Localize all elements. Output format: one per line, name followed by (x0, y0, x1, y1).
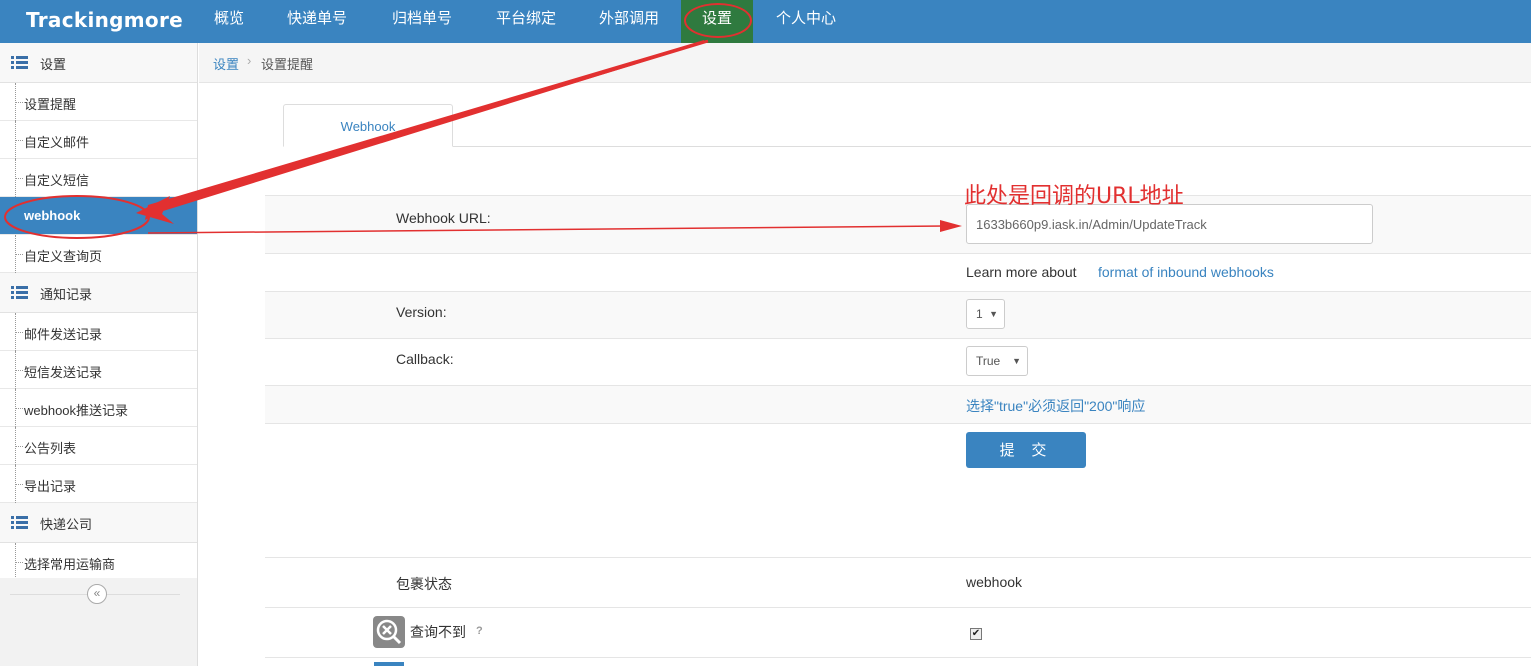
sidebar-item-webhook[interactable]: webhook (0, 197, 197, 235)
callback-label: Callback: (396, 351, 454, 367)
nav-external-api[interactable]: 外部调用 (584, 0, 674, 43)
sidebar-item-label: 自定义短信 (24, 173, 90, 188)
help-icon[interactable]: ? (476, 625, 483, 637)
sidebar-item-sms-log[interactable]: 短信发送记录 (0, 351, 197, 389)
sidebar-item-label: 导出记录 (24, 479, 77, 494)
tab-webhook[interactable]: Webhook (283, 104, 453, 147)
sidebar-item-reminder[interactable]: 设置提醒 (0, 83, 197, 121)
sidebar-item-label: 选择常用运输商 (24, 557, 116, 572)
sidebar-item-notice-list[interactable]: 公告列表 (0, 427, 197, 465)
sidebar: 设置 设置提醒 自定义邮件 自定义短信 webhook 自定义查询页 通知记录 … (0, 43, 198, 666)
form-row-learn (265, 253, 1531, 291)
sidebar-item-email-log[interactable]: 邮件发送记录 (0, 313, 197, 351)
query-not-found-icon (373, 616, 405, 648)
sidebar-group-notify[interactable]: 通知记录 (0, 273, 197, 313)
form-row-version: Version: (265, 291, 1531, 338)
tree-branch (15, 562, 23, 563)
brand-logo[interactable]: Trackingmore (26, 8, 183, 32)
annotation-ellipse-settings (684, 3, 752, 38)
caret-down-icon: ▼ (989, 309, 998, 319)
sidebar-collapse-bar: « (0, 578, 197, 610)
sidebar-item-custom-email[interactable]: 自定义邮件 (0, 121, 197, 159)
tree-branch (15, 484, 23, 485)
list-icon (11, 286, 28, 299)
tab-baseline (283, 146, 1531, 147)
form-row-submit (265, 423, 1531, 557)
version-select[interactable]: 1 ▼ (966, 299, 1005, 329)
callback-hint-text: 选择"true"必须返回"200"响应 (966, 398, 1146, 414)
nav-overview[interactable]: 概览 (200, 0, 258, 43)
list-icon (11, 516, 28, 529)
callback-select-value: True (976, 354, 1001, 368)
status-table-header (265, 557, 1531, 607)
package-status-header: 包裹状态 (396, 576, 452, 592)
tree-branch (15, 446, 23, 447)
sidebar-item-custom-sms[interactable]: 自定义短信 (0, 159, 197, 197)
sidebar-item-label: 自定义查询页 (24, 249, 103, 264)
version-select-value: 1 (976, 307, 983, 321)
list-icon (11, 56, 28, 69)
tree-branch (15, 408, 23, 409)
sidebar-group-label: 快递公司 (40, 517, 93, 532)
learn-more-text: Learn more about (966, 264, 1077, 280)
tree-branch (15, 254, 23, 255)
tree-branch (15, 332, 23, 333)
tree-branch (15, 140, 23, 141)
sidebar-item-custom-query[interactable]: 自定义查询页 (0, 235, 197, 273)
sidebar-item-carrier-select[interactable]: 选择常用运输商 (0, 543, 197, 581)
sidebar-item-export-log[interactable]: 导出记录 (0, 465, 197, 503)
sidebar-item-label: 自定义邮件 (24, 135, 90, 150)
top-navbar: Trackingmore 概览 快递单号 归档单号 平台绑定 外部调用 设置 个… (0, 0, 1531, 43)
collapse-sidebar-icon[interactable]: « (87, 584, 107, 604)
form-row-callback: Callback: (265, 338, 1531, 385)
inbound-webhooks-format-link[interactable]: format of inbound webhooks (1098, 264, 1274, 280)
annotation-text: 此处是回调的URL地址 (964, 184, 1184, 209)
sidebar-group-carrier[interactable]: 快递公司 (0, 503, 197, 543)
sidebar-group-settings[interactable]: 设置 (0, 43, 197, 83)
breadcrumb-separator: › (247, 53, 252, 68)
nav-archived-numbers[interactable]: 归档单号 (377, 0, 467, 43)
nav-tracking-numbers[interactable]: 快递单号 (272, 0, 362, 43)
webhook-url-input[interactable] (966, 204, 1373, 244)
submit-button[interactable]: 提 交 (966, 432, 1086, 468)
sidebar-item-label: webhook (24, 208, 81, 223)
breadcrumb-root-link[interactable]: 设置 (213, 54, 239, 73)
breadcrumb: 设置 › 设置提醒 (199, 43, 1531, 83)
callback-select[interactable]: True ▼ (966, 346, 1028, 376)
tree-branch (15, 178, 23, 179)
webhook-url-label: Webhook URL: (396, 210, 491, 226)
sidebar-item-label: webhook推送记录 (24, 403, 129, 418)
sidebar-group-label: 设置 (40, 57, 67, 72)
version-label: Version: (396, 304, 447, 320)
sidebar-item-label: 邮件发送记录 (24, 327, 103, 342)
sidebar-item-webhook-log[interactable]: webhook推送记录 (0, 389, 197, 427)
tree-branch (15, 370, 23, 371)
sidebar-group-label: 通知记录 (40, 287, 93, 302)
breadcrumb-current: 设置提醒 (261, 57, 314, 72)
status-not-found-label: 查询不到 (410, 624, 466, 640)
sidebar-item-label: 设置提醒 (24, 97, 77, 112)
tree-branch (15, 102, 23, 103)
sidebar-item-label: 公告列表 (24, 441, 77, 456)
nav-platform-binding[interactable]: 平台绑定 (481, 0, 571, 43)
next-status-icon (374, 662, 404, 666)
form-row-hint (265, 385, 1531, 423)
not-found-webhook-checkbox[interactable]: ✔ (970, 628, 982, 640)
nav-personal-center[interactable]: 个人中心 (761, 0, 851, 43)
checkmark-icon: ✔ (971, 628, 981, 639)
sidebar-item-label: 短信发送记录 (24, 365, 103, 380)
caret-down-icon: ▼ (1012, 356, 1021, 366)
webhook-column-header: webhook (966, 574, 1023, 590)
status-table-row (265, 657, 1531, 666)
